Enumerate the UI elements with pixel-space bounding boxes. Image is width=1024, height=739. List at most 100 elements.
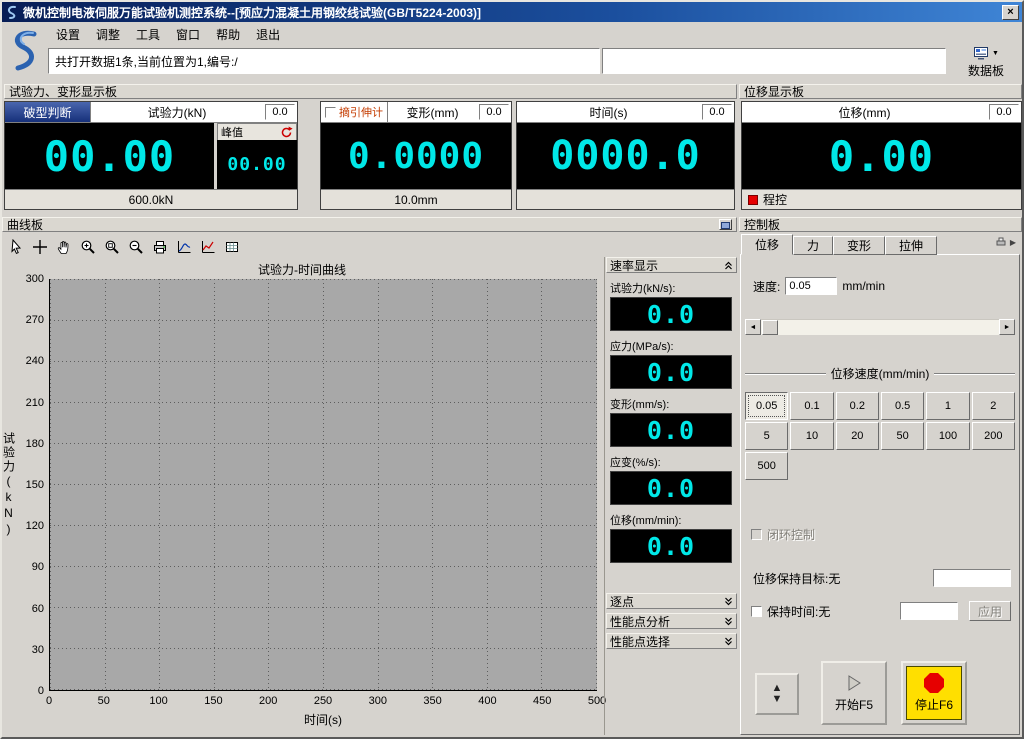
speed-unit-label: mm/min <box>842 279 885 293</box>
collapsed-section[interactable]: 性能点分析 <box>606 613 737 629</box>
menu-item[interactable]: 帮助 <box>208 24 248 45</box>
panel-print-icon[interactable] <box>996 237 1006 247</box>
speed-button[interactable]: 2 <box>972 392 1015 420</box>
panel-float-button[interactable] <box>719 219 732 230</box>
chevron-down-icon[interactable] <box>724 637 733 646</box>
hold-target-row: 位移保持目标:无 <box>753 569 1011 587</box>
speed-button[interactable]: 20 <box>836 422 879 450</box>
chevron-up-icon[interactable] <box>724 261 733 270</box>
x-axis-label: 时间(s) <box>49 711 597 728</box>
tool-zoom-out-button[interactable] <box>126 237 146 257</box>
speed-button[interactable]: 10 <box>790 422 833 450</box>
tab-变形[interactable]: 变形 <box>833 236 885 255</box>
tool-data-grid-button[interactable] <box>222 237 242 257</box>
zoom-out-icon <box>128 239 144 255</box>
speed-button[interactable]: 0.1 <box>790 392 833 420</box>
start-button[interactable]: 开始F5 <box>821 661 887 725</box>
control-tabs: 位移力变形拉伸 <box>741 234 937 255</box>
speed-button[interactable]: 50 <box>881 422 924 450</box>
speed-button[interactable]: 100 <box>926 422 969 450</box>
scrollbar-thumb[interactable] <box>762 320 778 335</box>
speed-button[interactable]: 500 <box>745 452 788 480</box>
scroll-left-button[interactable]: ◄ <box>745 319 761 335</box>
start-label: 开始F5 <box>835 696 873 713</box>
speed-scrollbar[interactable]: ◄ ► <box>745 319 1015 335</box>
zoom-in-icon <box>80 239 96 255</box>
menu-item[interactable]: 工具 <box>128 24 168 45</box>
refresh-peak-icon[interactable] <box>280 126 293 139</box>
jog-button[interactable]: ▲ ▼ <box>755 673 799 715</box>
chevron-down-icon[interactable] <box>724 617 733 626</box>
speed-button[interactable]: 0.5 <box>881 392 924 420</box>
tab-力[interactable]: 力 <box>793 236 833 255</box>
extensometer-checkbox[interactable] <box>325 107 336 118</box>
databoard-icon <box>973 46 989 61</box>
speed-button[interactable]: 5 <box>745 422 788 450</box>
databoard-label: 数据板 <box>968 62 1004 79</box>
program-control-indicator <box>748 195 758 205</box>
tool-zoom-window-button[interactable] <box>102 237 122 257</box>
apply-button: 应用 <box>969 601 1011 621</box>
closed-loop-row: 闭环控制 <box>751 526 1019 543</box>
tab-scroll-right-icon[interactable]: ▶ <box>1010 238 1016 247</box>
speed-button[interactable]: 200 <box>972 422 1015 450</box>
break-judge-button[interactable]: 破型判断 <box>5 102 91 122</box>
collapsed-section-title: 性能点选择 <box>610 633 670 650</box>
peak-label: 峰值 <box>221 124 243 140</box>
close-button[interactable]: × <box>1002 5 1019 20</box>
rate-panel-header[interactable]: 速率显示 <box>606 257 737 273</box>
app-icon <box>5 5 19 19</box>
stop-button[interactable]: 停止F6 <box>901 661 967 725</box>
speed-button[interactable]: 0.2 <box>836 392 879 420</box>
scrollbar-track[interactable] <box>761 319 999 335</box>
menu-item[interactable]: 调整 <box>88 24 128 45</box>
speed-input[interactable] <box>785 277 837 295</box>
control-panel: 控制板 位移力变形拉伸 ▶ 速度: mm/min ◄ ► 位移速度(mm/min… <box>739 217 1022 737</box>
tool-analyze-button[interactable] <box>198 237 218 257</box>
curve-panel: 曲线板 试验力-时间曲线 试验力(kN) 0306090120150180210… <box>2 217 737 737</box>
tool-select-button[interactable] <box>6 237 26 257</box>
rate-display: 0.0 <box>610 355 732 389</box>
menu-item[interactable]: 窗口 <box>168 24 208 45</box>
dropdown-arrow-icon[interactable]: ▼ <box>992 50 999 57</box>
rate-label: 位移(mm/min): <box>610 512 737 528</box>
x-tick-label: 200 <box>259 695 277 707</box>
chevron-down-icon[interactable] <box>724 597 733 606</box>
plot-area[interactable] <box>49 279 597 691</box>
x-tick-label: 150 <box>204 695 222 707</box>
speed-buttons-grid: 0.050.10.20.512 5102050100200 500 <box>745 392 1015 480</box>
time-label: 时间(s) <box>517 102 700 122</box>
tab-位移[interactable]: 位移 <box>741 234 793 255</box>
x-tick-label: 450 <box>533 695 551 707</box>
closed-loop-checkbox <box>751 529 762 540</box>
collapsed-section[interactable]: 逐点 <box>606 593 737 609</box>
tab-拉伸[interactable]: 拉伸 <box>885 236 937 255</box>
tool-zoom-in-button[interactable] <box>78 237 98 257</box>
hand-icon <box>56 239 72 255</box>
speed-group: 位移速度(mm/min) <box>745 365 1015 382</box>
menu-item[interactable]: 退出 <box>248 24 288 45</box>
force-small-value: 0.0 <box>265 104 295 120</box>
speed-button[interactable]: 0.05 <box>745 392 788 420</box>
tool-crosshair-button[interactable] <box>30 237 50 257</box>
hold-time-input[interactable] <box>900 602 958 620</box>
rate-panel-title: 速率显示 <box>610 257 658 274</box>
scroll-right-button[interactable]: ► <box>999 319 1015 335</box>
speed-button[interactable]: 1 <box>926 392 969 420</box>
crosshair-icon <box>32 239 48 255</box>
databoard-button[interactable]: ▼ 数据板 <box>954 44 1018 80</box>
tab-tools: ▶ <box>996 237 1016 247</box>
extensometer-label: 摘引伸计 <box>339 104 383 120</box>
collapsed-section[interactable]: 性能点选择 <box>606 633 737 649</box>
control-buttons-row: ▲ ▼ 开始F5 停止F6 <box>741 661 1019 725</box>
y-tick-label: 60 <box>32 603 44 615</box>
tool-print-button[interactable] <box>150 237 170 257</box>
tool-pan-button[interactable] <box>54 237 74 257</box>
speed-row: 速度: mm/min <box>753 277 1019 295</box>
hold-time-checkbox[interactable] <box>751 606 762 617</box>
chart-toolbar <box>6 236 242 258</box>
tool-curve-button[interactable] <box>174 237 194 257</box>
hold-target-input[interactable] <box>933 569 1011 587</box>
menu-item[interactable]: 设置 <box>48 24 88 45</box>
y-tick-label: 240 <box>26 355 44 367</box>
